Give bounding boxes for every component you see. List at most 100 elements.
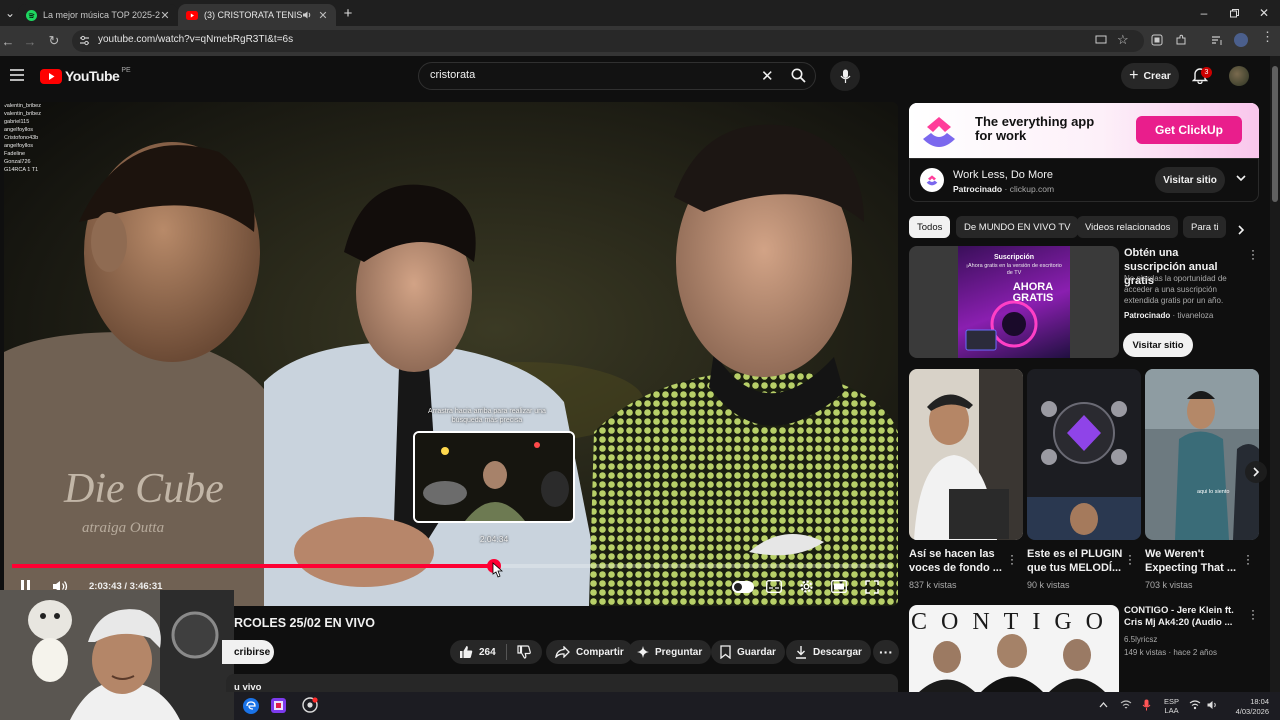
puzzle-icon[interactable] (1175, 34, 1187, 46)
close-icon[interactable]: ✕ (318, 9, 328, 22)
tray-keyboard-layout: LAA (1164, 706, 1179, 715)
short-thumbnail-3[interactable]: aqui lo siento (1145, 369, 1259, 540)
speaker-icon[interactable] (302, 10, 312, 20)
search-icon[interactable] (791, 68, 806, 83)
chip-para-ti[interactable]: Para ti (1183, 216, 1227, 238)
tray-language[interactable]: ESP LAA (1164, 697, 1179, 715)
ad-info-card[interactable]: Work Less, Do More Patrocinado · clickup… (909, 158, 1259, 202)
tray-wifi-icon[interactable] (1189, 700, 1201, 710)
ad-banner[interactable]: The everything app for work Get ClickUp (909, 103, 1259, 158)
chat-line: gabriel115 (4, 119, 30, 125)
description-box[interactable]: u vivo (226, 674, 898, 693)
clear-search-icon[interactable]: ✕ (761, 67, 774, 85)
fullscreen-icon[interactable] (865, 580, 879, 594)
chevron-down-icon[interactable] (1235, 172, 1247, 184)
chat-line: angelfoyllos (4, 143, 34, 149)
video-player[interactable]: Die Cube atraiga Outta valentin_bribez v… (4, 102, 898, 606)
filter-chips: Todos De MUNDO EN VIVO TV Videos relacio… (909, 216, 1239, 240)
tray-network-icon[interactable] (1120, 700, 1132, 710)
bookmark-icon (720, 645, 731, 659)
ask-button[interactable]: Preguntar (628, 640, 712, 664)
short-thumbnail-2[interactable] (1027, 369, 1141, 540)
forward-icon[interactable]: → (22, 33, 38, 49)
chips-next-chevron-icon[interactable] (1236, 224, 1246, 236)
youtube-icon (186, 10, 198, 20)
youtube-logo[interactable]: YouTube PE (40, 66, 131, 84)
subtitles-icon[interactable] (766, 580, 782, 593)
ad-visit-button[interactable]: Visitar sitio (1155, 167, 1225, 193)
subscribe-label: cribirse (234, 646, 271, 658)
extension-icon[interactable] (1151, 34, 1163, 46)
short-1-more-icon[interactable]: · · · (1009, 549, 1015, 569)
taskbar-app-icon[interactable] (271, 698, 286, 713)
tray-chevron-up-icon[interactable] (1099, 701, 1108, 708)
reload-icon[interactable]: ↻ (46, 33, 62, 49)
voice-search-button[interactable] (830, 61, 860, 91)
chip-mundo-en-vivo[interactable]: De MUNDO EN VIVO TV (956, 216, 1079, 238)
video-title: RCOLES 25/02 EN VIVO (234, 616, 376, 630)
tray-microphone-icon[interactable] (1142, 699, 1151, 711)
drag-hint-text: Arrastra hacia arriba para realizar una … (428, 408, 546, 424)
short-thumbnail-1[interactable] (909, 369, 1023, 540)
tab-search-icon[interactable]: ⌄ (2, 5, 18, 21)
promo-more-icon[interactable]: · · · (1250, 244, 1256, 264)
rec-video-title[interactable]: CONTIGO - Jere Klein ft. Cris Mj Ak4:20 … (1124, 605, 1242, 629)
page-scrollbar[interactable] (1270, 56, 1280, 692)
rec-video-thumbnail[interactable]: CONTIGO (909, 605, 1119, 692)
window-close-icon[interactable]: ✕ (1256, 5, 1272, 21)
short-2-title[interactable]: Este es el PLUGIN que tus MELODÍ... (1027, 547, 1123, 575)
chip-videos-relacionados[interactable]: Videos relacionados (1077, 216, 1179, 238)
chrome-menu-icon[interactable]: ⋮ (1261, 30, 1274, 43)
autoplay-toggle[interactable] (732, 581, 754, 593)
progress-bar[interactable] (12, 559, 892, 573)
close-icon[interactable]: ✕ (160, 9, 170, 22)
site-info-icon[interactable] (78, 34, 91, 47)
back-icon[interactable]: ← (0, 33, 16, 49)
media-control-icon[interactable] (1211, 34, 1223, 46)
subscribe-button[interactable]: cribirse (222, 640, 274, 664)
short-3-more-icon[interactable]: · · · (1245, 549, 1251, 569)
save-button[interactable]: Guardar (711, 640, 785, 664)
promo-thumbnail[interactable]: Suscripción ¡Ahora gratis en la versión … (909, 246, 1119, 358)
rec-video-channel[interactable]: 6.5lyricsz (1124, 634, 1157, 646)
tray-volume-icon[interactable] (1207, 700, 1219, 710)
shorts-next-button[interactable] (1245, 461, 1267, 483)
promo-visit-button[interactable]: Visitar sitio (1123, 333, 1193, 357)
more-actions-button[interactable]: ··· (873, 640, 899, 664)
minimize-icon[interactable]: – (1196, 5, 1212, 21)
ad-banner-cta[interactable]: Get ClickUp (1136, 116, 1242, 144)
create-button[interactable]: + Crear (1121, 63, 1179, 89)
theater-mode-icon[interactable] (831, 580, 847, 593)
short-2-more-icon[interactable]: · · · (1127, 549, 1133, 569)
account-avatar[interactable] (1229, 66, 1249, 86)
share-button[interactable]: Compartir (546, 640, 633, 664)
new-tab-icon[interactable]: + (340, 5, 356, 22)
restore-icon[interactable] (1226, 5, 1242, 21)
tab-spotify[interactable]: La mejor música TOP 2025-202 ✕ (18, 4, 178, 26)
webcam-overlay (0, 590, 234, 720)
seek-preview-thumbnail (413, 431, 575, 523)
tray-clock[interactable]: 18:04 4/03/2026 (1225, 697, 1269, 717)
search-input[interactable] (418, 62, 816, 90)
scrollbar-thumb[interactable] (1272, 66, 1278, 202)
profile-avatar[interactable] (1234, 33, 1248, 47)
short-3-title[interactable]: We Weren't Expecting That ... (1145, 547, 1241, 575)
download-button[interactable]: Descargar (786, 640, 871, 664)
taskbar-chrome-icon[interactable] (302, 697, 318, 713)
thumbs-down-icon[interactable] (517, 645, 531, 659)
hamburger-menu-icon[interactable] (10, 69, 24, 81)
live-chat-overlay: valentin_bribez valentin_bribez gabriel1… (4, 102, 64, 174)
taskbar-edge-icon[interactable] (243, 698, 259, 714)
rec-video-more-icon[interactable]: · · · (1250, 604, 1256, 624)
short-1-title[interactable]: Así se hacen las voces de fondo ... (909, 547, 1005, 575)
country-code: PE (121, 66, 131, 74)
bookmark-star-icon[interactable]: ☆ (1117, 32, 1129, 48)
tab-youtube[interactable]: (3) CRISTORATA TENIS CON ✕ (178, 4, 336, 26)
settings-gear-icon[interactable] (799, 579, 814, 594)
url-text: youtube.com/watch?v=qNmebRgR3TI&t=6s (98, 34, 294, 45)
chip-todos[interactable]: Todos (909, 216, 951, 238)
chat-line: Fadeline (4, 151, 26, 157)
cast-icon[interactable] (1095, 34, 1107, 46)
thumbs-up-icon[interactable] (459, 645, 473, 659)
download-icon (795, 645, 807, 659)
